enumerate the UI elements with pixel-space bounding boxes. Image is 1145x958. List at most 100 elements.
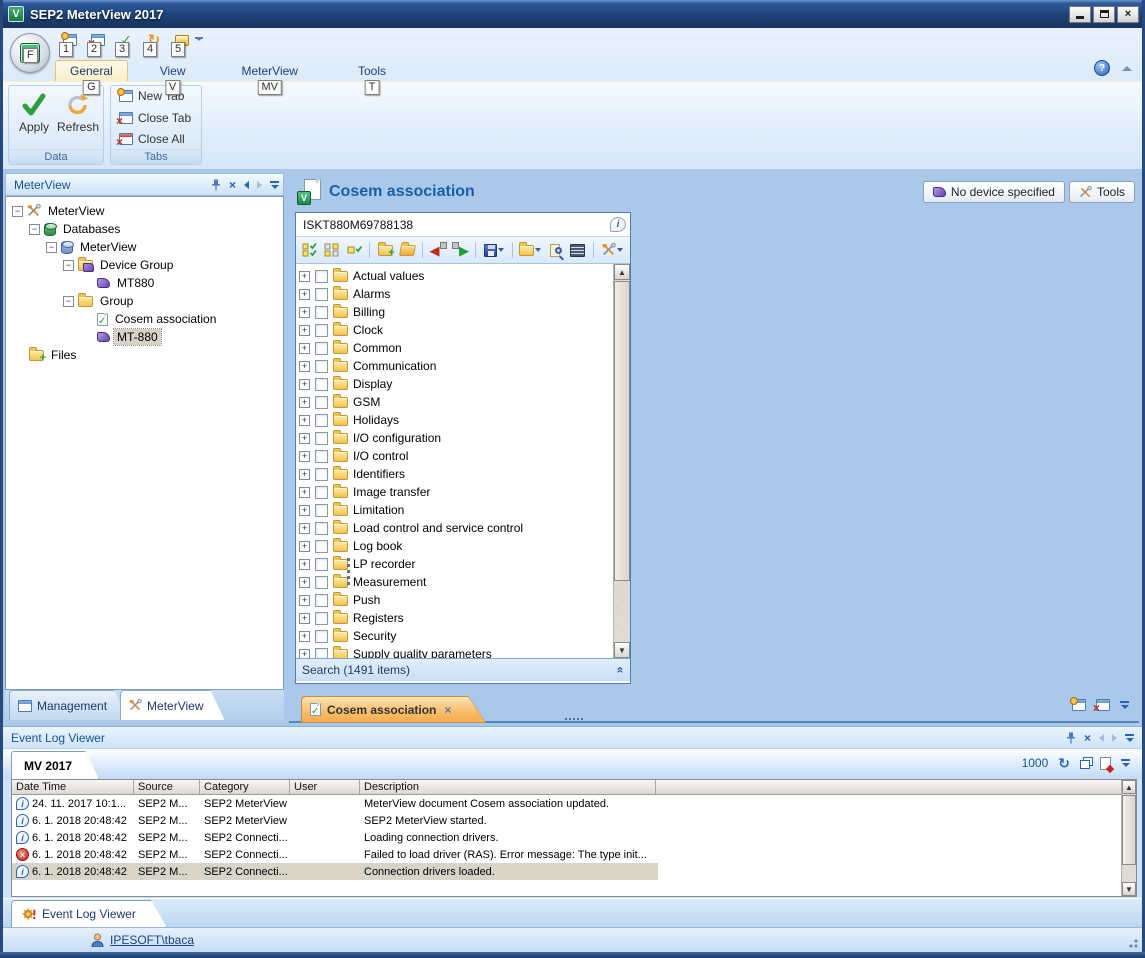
check-item-button[interactable] (345, 240, 364, 260)
close-tab-button[interactable]: Close Tab (115, 110, 197, 126)
checkbox[interactable] (315, 594, 328, 607)
vertical-splitter[interactable] (347, 558, 352, 585)
qat-new-tab-button[interactable]: 1 (61, 31, 79, 49)
expand-icon[interactable] (299, 469, 310, 480)
qat-options-button[interactable]: 5 (173, 31, 191, 49)
navigate-forward-icon[interactable] (257, 181, 262, 189)
expand-icon[interactable] (299, 451, 310, 462)
close-all-button[interactable]: Close All (115, 131, 197, 147)
column-user[interactable]: User (290, 780, 360, 794)
expand-icon[interactable] (299, 505, 310, 516)
expand-icon[interactable] (299, 397, 310, 408)
column-date-time[interactable]: Date Time (12, 780, 134, 794)
category-row[interactable]: Image transfer (299, 483, 630, 501)
tab-view[interactable]: ViewV (146, 61, 200, 81)
qat-close-tab-button[interactable]: 2 (89, 31, 107, 49)
checkbox[interactable] (315, 378, 328, 391)
expand-icon[interactable] (299, 523, 310, 534)
checkbox[interactable] (315, 432, 328, 445)
column-source[interactable]: Source (134, 780, 200, 794)
tree-item[interactable]: Databases (6, 220, 283, 238)
expand-icon[interactable] (299, 289, 310, 300)
collapse-icon[interactable] (12, 206, 23, 217)
search-bar[interactable]: Search (1491 items) « (296, 658, 630, 681)
category-row[interactable]: Communication (299, 357, 630, 375)
scroll-up-button[interactable]: ▲ (614, 264, 630, 280)
column-category[interactable]: Category (200, 780, 290, 794)
tools-menu-button[interactable] (599, 240, 626, 260)
collapse-icon[interactable] (46, 242, 57, 253)
minimize-button[interactable] (1069, 6, 1091, 23)
expand-icon[interactable] (299, 487, 310, 498)
category-row[interactable]: Actual values (299, 267, 630, 285)
category-row[interactable]: GSM (299, 393, 630, 411)
checkbox[interactable] (315, 558, 328, 571)
uncheck-all-button[interactable] (322, 240, 341, 260)
column-description[interactable]: Description (360, 780, 656, 794)
qat-customize-chevron[interactable] (195, 37, 203, 52)
category-row[interactable]: Supply quality parameters (299, 645, 630, 658)
table-scrollbar[interactable]: ▲ ▼ (1121, 780, 1136, 896)
checkbox[interactable] (315, 288, 328, 301)
scroll-down-button[interactable]: ▼ (1122, 882, 1136, 896)
close-panel-icon[interactable]: × (229, 179, 236, 191)
pin-icon[interactable] (211, 179, 221, 191)
export-button[interactable]: ▶ (451, 240, 470, 260)
navigate-back-icon[interactable] (1099, 734, 1104, 742)
collapse-chevron-icon[interactable]: « (614, 667, 628, 674)
expand-icon[interactable] (299, 271, 310, 282)
category-row[interactable]: Security (299, 627, 630, 645)
checkbox[interactable] (315, 450, 328, 463)
open-folder-button[interactable] (398, 240, 417, 260)
tab-management[interactable]: Management (9, 690, 128, 720)
checkbox[interactable] (315, 324, 328, 337)
expand-icon[interactable] (299, 649, 310, 659)
expand-icon[interactable] (299, 559, 310, 570)
tree-item[interactable]: MT880 (6, 274, 283, 292)
qat-refresh-button[interactable]: ↻4 (145, 31, 163, 49)
panel-menu-icon[interactable] (1125, 734, 1134, 742)
save-button[interactable] (481, 240, 506, 260)
resize-grip[interactable] (1126, 936, 1138, 948)
checkbox[interactable] (315, 504, 328, 517)
category-row[interactable]: Registers (299, 609, 630, 627)
checkbox[interactable] (315, 270, 328, 283)
category-row[interactable]: Load control and service control (299, 519, 630, 537)
help-icon[interactable]: ? (1094, 60, 1110, 76)
check-all-button[interactable] (300, 240, 319, 260)
tab-mv-2017[interactable]: MV 2017 (11, 751, 99, 779)
tab-cosem-association[interactable]: Cosem association × (301, 696, 486, 723)
checkbox[interactable] (315, 612, 328, 625)
checkbox[interactable] (315, 540, 328, 553)
search-document-button[interactable] (546, 240, 565, 260)
maximize-button[interactable] (1093, 6, 1115, 23)
scroll-down-button[interactable]: ▼ (614, 642, 630, 658)
category-row[interactable]: Clock (299, 321, 630, 339)
checkbox[interactable] (315, 648, 328, 659)
log-row[interactable]: i24. 11. 2017 10:1... SEP2 M... SEP2 Met… (12, 795, 1136, 812)
tools-button[interactable]: Tools (1069, 181, 1135, 203)
checkbox[interactable] (315, 342, 328, 355)
scheduler-button[interactable] (568, 240, 587, 260)
expand-icon[interactable] (299, 307, 310, 318)
checkbox[interactable] (315, 468, 328, 481)
export-log-icon[interactable] (1100, 757, 1111, 770)
refresh-icon[interactable]: ↻ (1058, 756, 1070, 770)
navigate-back-icon[interactable] (244, 181, 249, 189)
category-row[interactable]: Limitation (299, 501, 630, 519)
info-balloon-icon[interactable]: i (610, 217, 626, 232)
qat-apply-button[interactable]: ✓3 (117, 31, 135, 49)
expand-icon[interactable] (299, 343, 310, 354)
tab-event-log-viewer[interactable]: Event Log Viewer (11, 900, 167, 927)
scroll-up-button[interactable]: ▲ (1122, 780, 1136, 794)
tabstrip-drag-handle[interactable] (565, 718, 583, 720)
tab-general[interactable]: GeneralG (55, 60, 128, 81)
expand-icon[interactable] (299, 325, 310, 336)
category-row[interactable]: I/O control (299, 447, 630, 465)
checkbox[interactable] (315, 522, 328, 535)
collapse-ribbon-chevron[interactable] (1122, 66, 1132, 71)
close-document-tab-icon[interactable] (1096, 699, 1110, 711)
close-button[interactable]: × (1117, 6, 1139, 23)
log-row-selected[interactable]: i6. 1. 2018 20:48:42 SEP2 M... SEP2 Conn… (12, 863, 658, 880)
new-document-tab-icon[interactable] (1072, 699, 1086, 711)
